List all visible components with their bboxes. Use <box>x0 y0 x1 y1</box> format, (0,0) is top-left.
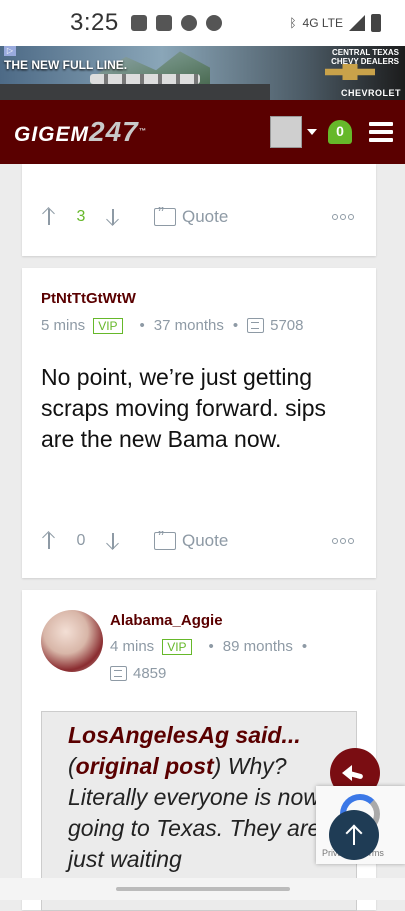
upvote-icon[interactable] <box>42 207 56 227</box>
chevron-down-icon[interactable] <box>307 129 317 135</box>
bluetooth-icon: ᛒ <box>289 16 297 30</box>
quote-label: Quote <box>182 207 229 226</box>
separator-dot: • <box>139 317 145 334</box>
message-icon <box>247 318 265 333</box>
site-header: GIGEM247™ 0 <box>0 100 405 164</box>
quote-author: LosAngelesAg said... <box>68 722 301 748</box>
downvote-icon[interactable] <box>106 531 120 551</box>
post-meta-messages: 4859 <box>110 665 166 682</box>
ad-headline: THE NEW FULL LINE. <box>4 58 128 72</box>
post-age: 5 mins <box>41 317 86 334</box>
message-count: 4859 <box>133 665 167 682</box>
post-card: PtNtTtGtWtW 5 mins VIP • 37 months • 570… <box>22 268 376 578</box>
vote-count: 3 <box>76 208 86 225</box>
adchoices-icon[interactable]: ▷ <box>4 46 16 56</box>
vote-count: 0 <box>76 532 86 549</box>
image-icon <box>155 15 172 31</box>
user-avatar-button[interactable] <box>270 116 302 148</box>
home-gesture-pill[interactable] <box>116 887 290 891</box>
notification-icons <box>130 15 222 31</box>
more-options-icon[interactable] <box>332 214 354 220</box>
post-meta: 5 mins VIP • 37 months • 5708 <box>41 317 303 334</box>
post-meta: 4 mins VIP • 89 months • <box>110 638 316 655</box>
member-tenure: 89 months <box>222 638 293 655</box>
header-actions: 0 <box>270 116 393 148</box>
heart-icon <box>180 15 197 31</box>
message-icon <box>110 666 127 681</box>
user-avatar[interactable] <box>41 610 103 672</box>
separator-dot: • <box>232 317 239 334</box>
post-actions: 3 Quote <box>22 202 376 232</box>
status-bar: 3:25 ᛒ 4G LTE <box>0 0 405 46</box>
logo-text: GIGEM <box>14 123 90 146</box>
notifications-button[interactable]: 0 <box>325 117 355 147</box>
logo-tm: ™ <box>138 128 147 135</box>
chat-bubble-icon <box>205 15 222 31</box>
signal-icon <box>349 15 365 31</box>
vip-badge: VIP <box>93 317 123 334</box>
ad-road-image <box>0 84 270 100</box>
system-icons: ᛒ 4G LTE <box>289 14 381 32</box>
quote-button[interactable]: Quote <box>154 204 229 227</box>
notification-count: 0 <box>336 123 344 139</box>
post-username[interactable]: PtNtTtGtWtW <box>41 290 136 307</box>
quote-icon <box>154 528 176 550</box>
arrow-up-icon <box>344 823 364 847</box>
separator-dot: • <box>208 638 214 655</box>
screenshot-icon <box>130 15 147 31</box>
ad-cars-image <box>90 74 200 84</box>
site-logo[interactable]: GIGEM247™ <box>14 116 147 148</box>
logo-number: 247 <box>89 116 139 147</box>
ad-region: CENTRAL TEXAS <box>332 48 399 57</box>
quote-label: Quote <box>182 531 229 550</box>
scroll-to-top-button[interactable] <box>329 810 379 860</box>
message-count: 5708 <box>270 317 304 334</box>
ad-dealers-label: CHEVY DEALERS <box>331 57 399 66</box>
post-age: 4 mins <box>110 638 155 655</box>
battery-icon <box>371 14 381 32</box>
ad-dealers: CENTRAL TEXAS CHEVY DEALERS <box>331 48 399 66</box>
downvote-icon[interactable] <box>106 207 120 227</box>
quote-button[interactable]: Quote <box>154 528 229 551</box>
status-time: 3:25 <box>70 9 119 36</box>
member-tenure: 37 months <box>153 317 224 334</box>
post-username[interactable]: Alabama_Aggie <box>110 612 223 629</box>
chevrolet-bowtie-icon <box>325 64 375 80</box>
reply-icon <box>341 765 352 781</box>
post-body: No point, we’re just getting scraps movi… <box>41 364 327 452</box>
vip-badge: VIP <box>162 638 192 655</box>
more-options-icon[interactable] <box>332 538 354 544</box>
upvote-icon[interactable] <box>42 531 56 551</box>
post-actions: 0 Quote <box>22 526 376 556</box>
hamburger-menu-icon[interactable] <box>369 122 393 142</box>
separator-dot: • <box>301 638 308 655</box>
original-post-link[interactable]: original post <box>76 753 214 779</box>
network-label: 4G LTE <box>302 16 343 30</box>
quote-open-paren: ( <box>68 753 76 779</box>
system-nav-bar <box>0 878 405 900</box>
post-card: 3 Quote <box>22 164 376 256</box>
quote-icon <box>154 204 176 226</box>
ad-brand: CHEVROLET <box>340 88 401 98</box>
ad-banner[interactable]: ▷ THE NEW FULL LINE. CENTRAL TEXAS CHEVY… <box>0 46 405 100</box>
